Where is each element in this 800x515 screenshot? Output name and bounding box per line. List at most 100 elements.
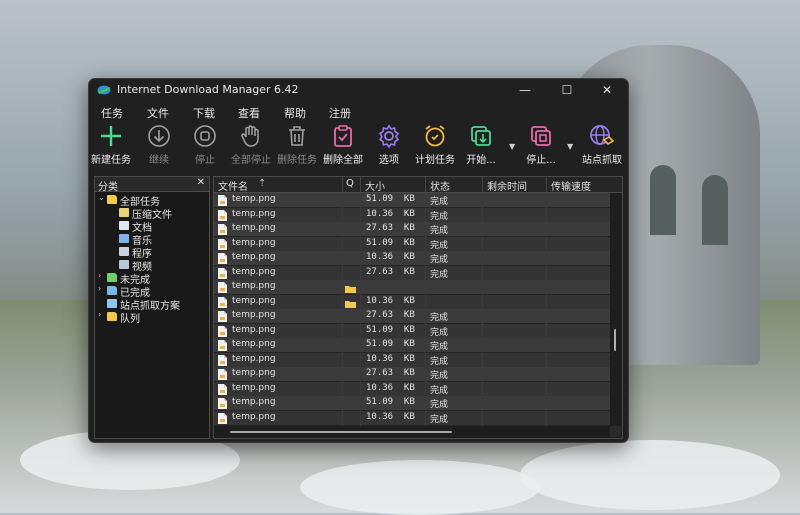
table-row[interactable]: temp.png 10.36 KB 完成 (214, 410, 610, 426)
horizontal-scrollbar[interactable] (214, 426, 622, 437)
menu-bar: 任务 文件 下载 查看 帮助 注册 (89, 103, 628, 121)
delete-all-button[interactable]: 删除全部 (321, 124, 365, 172)
stop-queue-button[interactable]: 停止... (521, 124, 561, 172)
scheduler-button[interactable]: 计划任务 (413, 124, 457, 172)
png-file-icon (218, 369, 227, 380)
table-row[interactable]: temp.png 27.63 KB 完成 (214, 367, 610, 382)
download-status: 完成 (430, 211, 449, 222)
document-icon (119, 221, 129, 230)
png-file-icon (218, 253, 227, 264)
table-row[interactable]: temp.png 10.36 KB 完成 (214, 207, 610, 223)
horizontal-scroll-thumb[interactable] (230, 431, 452, 433)
close-button[interactable]: ✕ (591, 82, 623, 98)
table-row[interactable]: temp.png 51.09 KB 完成 (214, 193, 610, 208)
png-file-icon (218, 195, 227, 206)
tree-expander-icon[interactable]: › (98, 310, 106, 319)
tree-expander-icon[interactable]: › (98, 284, 106, 293)
category-header: 分类 ✕ (95, 177, 209, 193)
menu-task[interactable]: 任务 (101, 105, 123, 121)
download-status: 完成 (430, 342, 449, 352)
menu-help[interactable]: 帮助 (284, 105, 306, 121)
table-row[interactable]: temp.png 10.36 KB 完成 (214, 251, 610, 266)
tree-expander-icon[interactable]: ⌄ (98, 193, 106, 202)
column-size[interactable]: 大小 (365, 178, 385, 193)
column-queue[interactable]: Q (346, 178, 354, 189)
png-file-icon (218, 224, 227, 235)
download-list: 文件名 ⇡ Q 大小 状态 剩余时间 传输速度 temp.png 51.09 KB… (213, 176, 623, 439)
column-time-left[interactable]: 剩余时间 (487, 178, 527, 193)
table-row[interactable]: temp.png 10.36 KB (214, 294, 610, 310)
clipboard-delete-icon (334, 125, 352, 147)
gear-icon (378, 124, 400, 148)
column-transfer-rate[interactable]: 传输速度 (551, 178, 591, 193)
idm-logo-icon (97, 85, 111, 95)
vertical-scroll-thumb[interactable] (614, 329, 616, 351)
maximize-button[interactable]: ☐ (551, 82, 583, 98)
file-name: temp.png (232, 223, 276, 233)
start-queue-button[interactable]: 开始... (461, 124, 501, 172)
new-task-button[interactable]: 新建任务 (89, 124, 133, 172)
download-status: 完成 (430, 400, 449, 410)
program-icon (119, 247, 129, 256)
queue-stop-icon (531, 126, 551, 146)
table-row[interactable]: temp.png 27.63 KB 完成 (214, 265, 610, 281)
queue-folder-icon (107, 312, 117, 321)
delete-task-button[interactable]: 删除任务 (275, 124, 319, 172)
table-row[interactable]: temp.png 10.36 KB 完成 (214, 352, 610, 368)
category-close-button[interactable]: ✕ (197, 177, 205, 188)
music-icon (119, 234, 129, 243)
menu-register[interactable]: 注册 (329, 105, 351, 121)
queue-folder-icon (345, 298, 356, 308)
site-grabber-button[interactable]: 站点抓取 (579, 124, 625, 172)
table-row[interactable]: temp.png 51.09 KB 完成 (214, 236, 610, 252)
table-row[interactable]: temp.png 27.63 KB 完成 (214, 222, 610, 237)
png-file-icon (218, 238, 227, 250)
resume-button[interactable]: 继续 (139, 124, 179, 172)
file-name: temp.png (232, 194, 276, 204)
options-button[interactable]: 选项 (369, 124, 409, 172)
file-size: 10.36 KB (366, 411, 415, 422)
menu-download[interactable]: 下载 (193, 105, 215, 121)
folder-open-icon (107, 195, 117, 204)
sort-icon[interactable]: ⇡ (258, 178, 266, 189)
menu-view[interactable]: 查看 (238, 105, 260, 121)
file-size: 27.63 KB (366, 310, 415, 320)
queue-folder-icon (345, 283, 356, 293)
table-row[interactable]: temp.png 51.09 KB 完成 (214, 338, 610, 353)
tree-expander-icon[interactable]: › (98, 271, 106, 280)
png-file-icon (218, 296, 227, 308)
table-row[interactable]: temp.png 51.09 KB 完成 (214, 396, 610, 411)
table-header: 文件名 ⇡ Q 大小 状态 剩余时间 传输速度 (214, 177, 622, 193)
title-bar[interactable]: Internet Download Manager 6.42 — ☐ ✕ (89, 79, 628, 101)
table-row[interactable]: temp.png 10.36 KB 完成 (214, 381, 610, 397)
vertical-scrollbar[interactable] (610, 193, 620, 426)
minimize-button[interactable]: — (509, 82, 541, 98)
tree-item-label: 队列 (120, 314, 140, 325)
file-name: temp.png (232, 266, 276, 277)
file-size: 10.36 KB (366, 208, 415, 219)
stop-button[interactable]: 停止 (185, 124, 225, 172)
png-file-icon (218, 383, 227, 395)
file-name: temp.png (232, 411, 276, 422)
png-file-icon (218, 282, 227, 293)
table-row[interactable]: temp.png 27.63 KB 完成 (214, 309, 610, 324)
file-size: 10.36 KB (366, 353, 415, 364)
table-row[interactable]: temp.png 51.09 KB 完成 (214, 323, 610, 339)
download-status: 完成 (430, 269, 449, 280)
table-row[interactable]: temp.png (214, 280, 610, 295)
png-file-icon (218, 398, 227, 409)
menu-file[interactable]: 文件 (147, 105, 169, 121)
column-filename[interactable]: 文件名 (218, 178, 248, 193)
start-queue-dropdown-icon[interactable]: ▼ (509, 142, 515, 151)
file-size: 10.36 KB (366, 295, 415, 306)
file-name: temp.png (232, 368, 276, 378)
finished-folder-icon (107, 286, 117, 295)
png-file-icon (218, 354, 227, 366)
idm-window: Internet Download Manager 6.42 — ☐ ✕ 任务 … (88, 78, 629, 443)
stop-queue-dropdown-icon[interactable]: ▼ (567, 142, 573, 151)
file-name: temp.png (232, 281, 276, 291)
stop-all-button[interactable]: 全部停止 (229, 124, 273, 172)
file-size: 51.09 KB (366, 324, 415, 335)
download-status: 完成 (430, 356, 449, 367)
column-status[interactable]: 状态 (430, 178, 450, 193)
